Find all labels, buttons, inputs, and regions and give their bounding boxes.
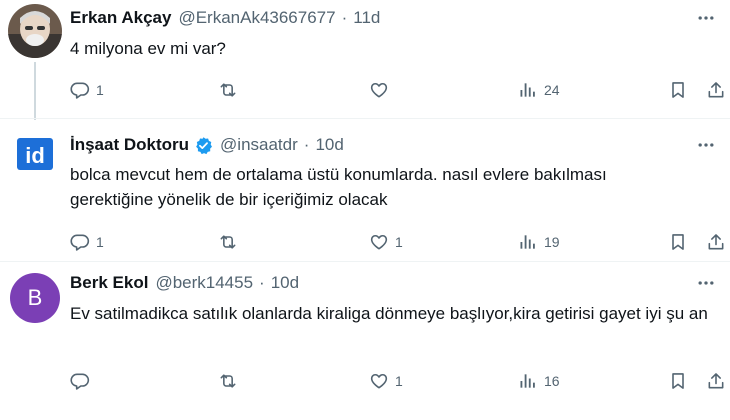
tweet-time[interactable]: 10d — [315, 135, 343, 155]
views-icon — [520, 374, 535, 388]
share-button[interactable] — [706, 230, 726, 254]
views-count: 16 — [544, 373, 560, 389]
share-icon — [708, 234, 724, 250]
reply-icon — [70, 82, 90, 99]
author-name[interactable]: Berk Ekol — [70, 273, 148, 293]
share-icon — [708, 82, 724, 98]
retweet-icon — [220, 83, 236, 97]
retweet-button[interactable] — [218, 230, 244, 254]
reply-count: 1 — [96, 234, 104, 250]
author-handle[interactable]: @insaatdr — [220, 135, 298, 155]
author-name[interactable]: Erkan Akçay — [70, 8, 171, 28]
share-icon — [708, 373, 724, 389]
retweet-icon — [220, 235, 236, 249]
tweet-insaatdr[interactable]: id İnşaat Doktoru @insaatdr · 10d bolca … — [0, 119, 730, 261]
reply-count: 1 — [96, 82, 104, 98]
avatar-berk[interactable]: B — [10, 273, 60, 323]
bookmark-icon — [672, 234, 684, 250]
bookmark-button[interactable] — [668, 78, 688, 102]
avatar-insaatdr[interactable]: id — [12, 131, 58, 177]
views-button[interactable]: 19 — [518, 230, 560, 254]
retweet-icon — [220, 374, 236, 388]
like-icon — [370, 82, 388, 98]
author-name[interactable]: İnşaat Doktoru — [70, 135, 189, 155]
tweet-header: Erkan Akçay @ErkanAk43667677 · 11d — [70, 7, 380, 29]
views-button[interactable]: 24 — [518, 78, 560, 102]
tweet-actions: 1 16 — [0, 369, 730, 393]
like-button[interactable]: 1 — [369, 369, 403, 393]
share-button[interactable] — [706, 369, 726, 393]
tweet-erkan[interactable]: Erkan Akçay @ErkanAk43667677 · 11d 4 mil… — [0, 0, 730, 120]
reply-button[interactable]: 1 — [70, 78, 104, 102]
tweet-time[interactable]: 10d — [271, 273, 299, 293]
bookmark-button[interactable] — [668, 369, 688, 393]
tweet-actions: 1 1 19 — [0, 230, 730, 254]
author-handle[interactable]: @ErkanAk43667677 — [178, 8, 335, 28]
tweet-header: Berk Ekol @berk14455 · 10d — [70, 272, 299, 294]
views-icon — [520, 83, 535, 97]
separator-dot: · — [341, 8, 348, 27]
retweet-button[interactable] — [218, 78, 244, 102]
views-icon — [520, 235, 535, 249]
like-button[interactable] — [369, 78, 395, 102]
more-icon[interactable] — [692, 7, 720, 29]
tweet-berk[interactable]: B Berk Ekol @berk14455 · 10d Ev satilmad… — [0, 262, 730, 420]
verified-badge-icon — [194, 136, 213, 155]
avatar-letters: id — [25, 143, 45, 168]
reply-icon — [70, 234, 90, 251]
reply-button[interactable] — [70, 369, 96, 393]
like-count: 1 — [395, 373, 403, 389]
like-icon — [370, 234, 388, 250]
reply-icon — [70, 373, 90, 390]
views-count: 19 — [544, 234, 560, 250]
bookmark-icon — [672, 82, 684, 98]
tweet-text: bolca mevcut hem de ortalama üstü konuml… — [70, 165, 607, 209]
like-icon — [370, 373, 388, 389]
like-button[interactable]: 1 — [369, 230, 403, 254]
views-button[interactable]: 16 — [518, 369, 560, 393]
author-handle[interactable]: @berk14455 — [155, 273, 253, 293]
avatar-erkan[interactable] — [8, 4, 62, 58]
tweet-time[interactable]: 11d — [353, 8, 380, 28]
avatar-letter: B — [27, 285, 43, 310]
views-count: 24 — [544, 82, 560, 98]
more-icon[interactable] — [692, 272, 720, 294]
bookmark-button[interactable] — [668, 230, 688, 254]
separator-dot: · — [303, 135, 310, 154]
bookmark-icon — [672, 373, 684, 389]
tweet-header: İnşaat Doktoru @insaatdr · 10d — [70, 134, 344, 156]
separator-dot: · — [259, 273, 265, 292]
share-button[interactable] — [706, 78, 726, 102]
tweet-text: Ev satilmadikca satılık olanlarda kirali… — [70, 304, 708, 323]
tweet-actions: 1 24 — [0, 78, 730, 102]
like-count: 1 — [395, 234, 403, 250]
retweet-button[interactable] — [218, 369, 244, 393]
reply-button[interactable]: 1 — [70, 230, 104, 254]
tweet-text: 4 milyona ev mi var? — [70, 39, 226, 58]
more-icon[interactable] — [692, 134, 720, 156]
